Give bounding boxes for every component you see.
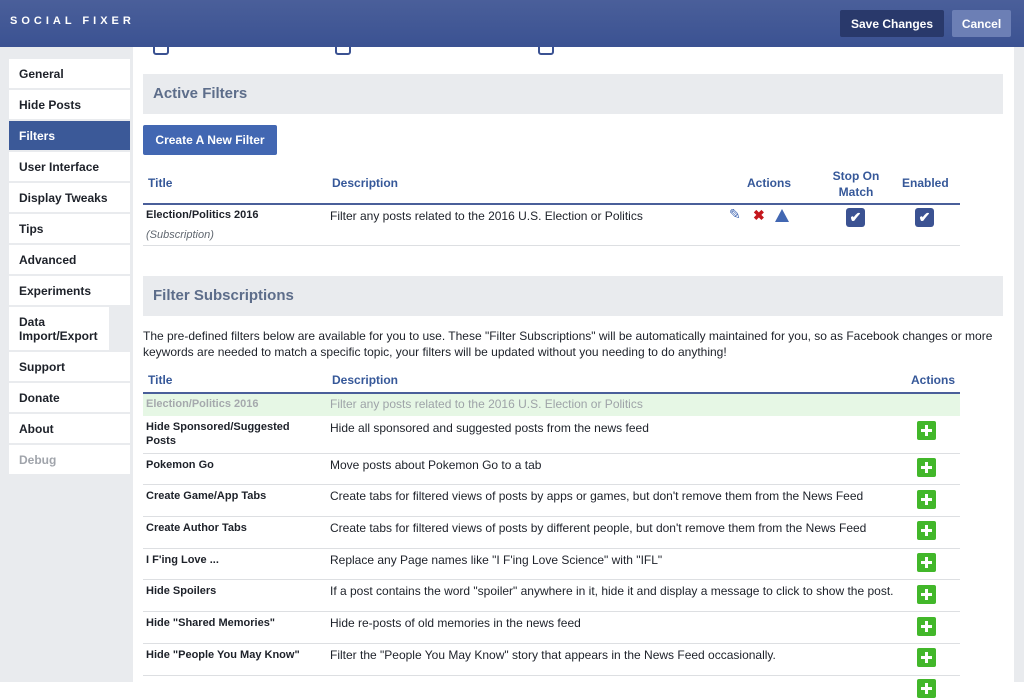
plus-icon[interactable] bbox=[917, 521, 936, 540]
checkbox[interactable] bbox=[153, 47, 169, 55]
column-header-description: Description bbox=[332, 373, 399, 387]
row-divider bbox=[143, 675, 960, 676]
sidebar: General Hide Posts Filters User Interfac… bbox=[9, 59, 130, 476]
arrow-up-icon[interactable] bbox=[775, 209, 789, 222]
row-divider bbox=[143, 579, 960, 580]
subscription-title: Hide Sponsored/Suggested Posts bbox=[146, 421, 290, 447]
subscription-description: Create tabs for filtered views of posts … bbox=[330, 489, 864, 503]
column-header-enabled: Enabled bbox=[902, 176, 949, 190]
column-header-description: Description bbox=[332, 176, 399, 190]
sidebar-item-filters[interactable]: Filters bbox=[9, 121, 130, 150]
column-header-actions: Actions bbox=[911, 373, 956, 387]
subscription-title: Election/Politics 2016 bbox=[146, 398, 259, 410]
column-header-stop-on-match: Stop On Match bbox=[832, 169, 880, 199]
pencil-icon[interactable]: ✎ bbox=[729, 206, 741, 223]
delete-x-icon[interactable]: ✖ bbox=[753, 207, 765, 224]
subscription-description: Hide re-posts of old memories in the new… bbox=[330, 616, 581, 630]
subscription-description: Filter the "People You May Know" story t… bbox=[330, 648, 776, 662]
subscription-description: Move posts about Pokemon Go to a tab bbox=[330, 458, 542, 472]
sidebar-item-support[interactable]: Support bbox=[9, 352, 130, 381]
sidebar-item-general[interactable]: General bbox=[9, 59, 130, 88]
row-divider bbox=[143, 516, 960, 517]
subscription-title: Hide Spoilers bbox=[146, 585, 217, 597]
create-new-filter-button[interactable]: Create A New Filter bbox=[143, 125, 277, 155]
checkbox-row-partial bbox=[133, 47, 1014, 59]
subscription-title: Hide "People You May Know" bbox=[146, 649, 300, 661]
plus-icon[interactable] bbox=[917, 490, 936, 509]
sidebar-item-user-interface[interactable]: User Interface bbox=[9, 152, 130, 181]
cancel-button[interactable]: Cancel bbox=[952, 10, 1011, 37]
sidebar-item-experiments[interactable]: Experiments bbox=[9, 276, 130, 305]
subscription-title: I F'ing Love ... bbox=[146, 554, 219, 566]
enabled-checkbox[interactable]: ✔ bbox=[915, 208, 934, 227]
plus-icon[interactable] bbox=[917, 648, 936, 667]
top-bar: SOCIAL FIXER Save Changes Cancel bbox=[0, 0, 1024, 47]
subscription-title: Create Game/App Tabs bbox=[146, 490, 267, 502]
filters-panel: Active Filters Create A New Filter Title… bbox=[133, 47, 1014, 698]
subscription-title: Create Author Tabs bbox=[146, 522, 247, 534]
checkmark-icon: ✔ bbox=[849, 209, 862, 225]
subscription-description: Hide all sponsored and suggested posts f… bbox=[330, 421, 649, 435]
checkmark-icon: ✔ bbox=[918, 209, 931, 225]
sidebar-item-tips[interactable]: Tips bbox=[9, 214, 130, 243]
plus-icon[interactable] bbox=[917, 585, 936, 604]
sidebar-item-advanced[interactable]: Advanced bbox=[9, 245, 130, 274]
column-header-title: Title bbox=[148, 176, 173, 190]
row-divider bbox=[143, 245, 960, 246]
row-divider bbox=[143, 643, 960, 644]
row-divider bbox=[143, 611, 960, 612]
column-header-title: Title bbox=[148, 373, 173, 387]
subscription-title: Pokemon Go bbox=[146, 459, 214, 471]
sidebar-item-donate[interactable]: Donate bbox=[9, 383, 130, 412]
plus-icon[interactable] bbox=[917, 617, 936, 636]
checkbox[interactable] bbox=[335, 47, 351, 55]
sidebar-item-data-import-export[interactable]: Data Import/Export bbox=[9, 307, 109, 350]
stop-on-match-checkbox[interactable]: ✔ bbox=[846, 208, 865, 227]
save-changes-button[interactable]: Save Changes bbox=[840, 10, 944, 37]
row-divider bbox=[143, 453, 960, 454]
row-divider bbox=[143, 484, 960, 485]
column-header-actions: Actions bbox=[747, 176, 792, 190]
subscription-description: Filter any posts related to the 2016 U.S… bbox=[330, 397, 643, 411]
checkbox[interactable] bbox=[538, 47, 554, 55]
subscription-title: Hide "Shared Memories" bbox=[146, 617, 276, 629]
subscription-description: Create tabs for filtered views of posts … bbox=[330, 521, 867, 535]
row-divider bbox=[143, 548, 960, 549]
plus-icon[interactable] bbox=[917, 458, 936, 477]
sidebar-item-hide-posts[interactable]: Hide Posts bbox=[9, 90, 130, 119]
subscriptions-intro: The pre-defined filters below are availa… bbox=[143, 329, 993, 359]
table-header-divider bbox=[143, 203, 960, 205]
plus-icon[interactable] bbox=[917, 553, 936, 572]
filter-title: Election/Politics 2016 bbox=[146, 209, 259, 221]
sidebar-item-display-tweaks[interactable]: Display Tweaks bbox=[9, 183, 130, 212]
subscription-description: Replace any Page names like "I F'ing Lov… bbox=[330, 553, 663, 567]
sidebar-item-about[interactable]: About bbox=[9, 414, 130, 443]
filter-description: Filter any posts related to the 2016 U.S… bbox=[330, 209, 643, 223]
sidebar-item-debug[interactable]: Debug bbox=[9, 445, 130, 474]
app-brand: SOCIAL FIXER bbox=[10, 15, 135, 27]
plus-icon[interactable] bbox=[917, 421, 936, 440]
active-filters-header: Active Filters bbox=[143, 74, 1003, 114]
subscription-description: If a post contains the word "spoiler" an… bbox=[330, 584, 894, 598]
filter-subtitle: (Subscription) bbox=[146, 229, 214, 241]
filter-subscriptions-header: Filter Subscriptions bbox=[143, 276, 1003, 316]
